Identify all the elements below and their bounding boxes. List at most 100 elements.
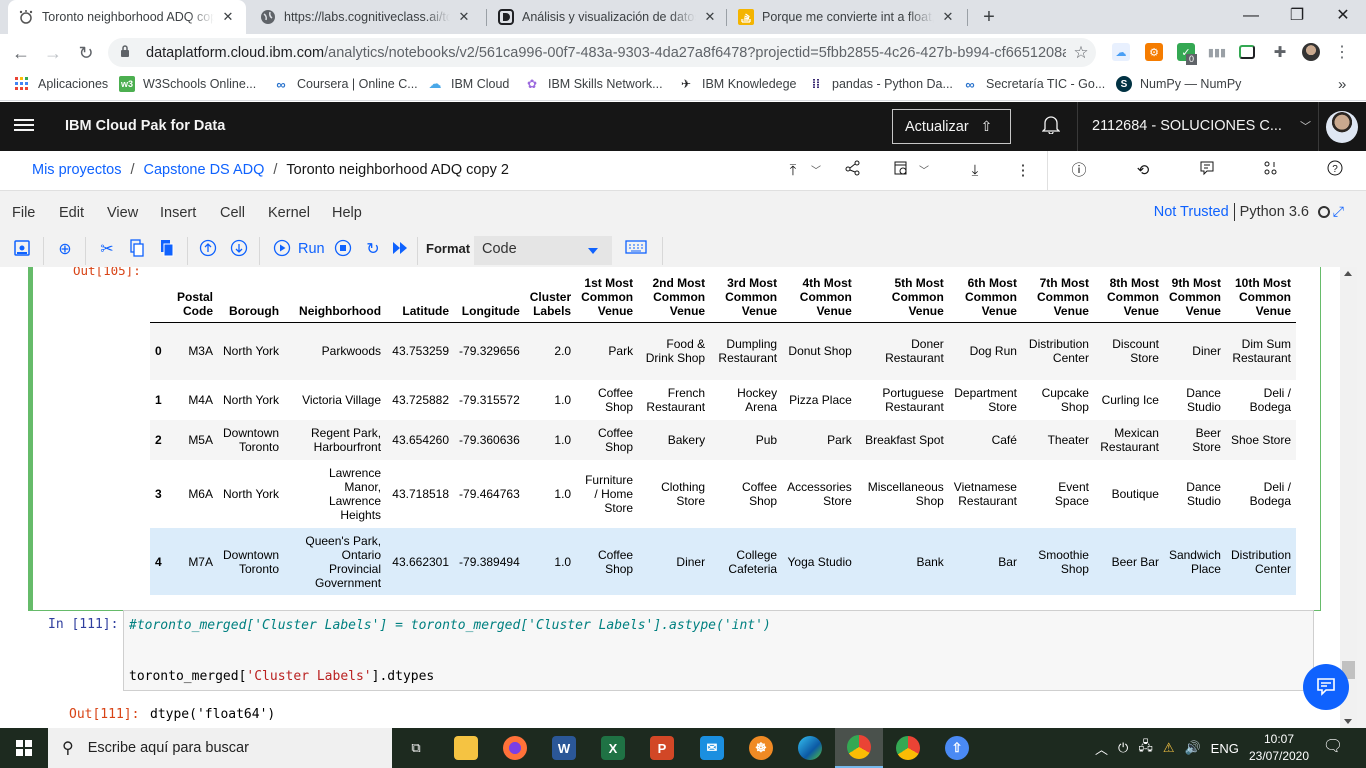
icloud-extension-icon[interactable]: ☁	[1112, 43, 1130, 61]
schedule-job-icon[interactable]	[889, 160, 913, 182]
move-cell-up-icon[interactable]	[197, 239, 219, 261]
chat-feedback-button[interactable]	[1303, 664, 1349, 710]
browser-menu-icon[interactable]: ⋮	[1333, 43, 1351, 61]
paste-cells-icon[interactable]	[156, 239, 178, 261]
reload-icon[interactable]: ↻	[73, 40, 99, 66]
info-icon[interactable]: ⓘ	[1067, 160, 1091, 182]
tab-close-icon[interactable]: ✕	[940, 9, 956, 25]
signal-extension-icon[interactable]: ▮▮▮	[1208, 43, 1226, 61]
close-window-button[interactable]: ✕	[1320, 0, 1366, 32]
trust-status[interactable]: Not Trusted	[1154, 204, 1229, 220]
tab-cognitiveclass[interactable]: https://labs.cognitiveclass.ai/tools ✕	[250, 0, 482, 34]
fullscreen-expand-icon[interactable]: ⤢	[1333, 203, 1344, 220]
screenshot-extension-icon[interactable]	[1239, 45, 1255, 59]
table-row[interactable]: 1 M4A North York Victoria Village 43.725882-…	[150, 380, 1297, 420]
cloud-upload-button[interactable]: ⇧	[933, 728, 981, 768]
bookmarks-overflow-button[interactable]: »	[1338, 71, 1346, 97]
firefox-button[interactable]	[491, 728, 539, 768]
notifications-bell-icon[interactable]	[1034, 114, 1068, 140]
tab-stackoverflow[interactable]: Porque me convierte int a float, a ✕	[728, 0, 966, 34]
run-icon[interactable]	[271, 239, 293, 261]
interrupt-kernel-icon[interactable]	[332, 239, 354, 261]
data-assets-icon[interactable]	[1259, 160, 1283, 182]
word-button[interactable]: W	[540, 728, 588, 768]
breadcrumb-mis-proyectos[interactable]: Mis proyectos	[32, 162, 121, 178]
extensions-puzzle-icon[interactable]: ✚	[1271, 43, 1289, 61]
scroll-down-arrow-icon[interactable]	[1344, 719, 1352, 724]
table-row[interactable]: 0 M3A North York Parkwoods 43.753259 -79.3296…	[150, 322, 1297, 380]
taskbar-search[interactable]: ⚲ Escribe aquí para buscar	[48, 728, 392, 768]
table-row[interactable]: 4 M7A Downtown Toronto Queen's Park, Ontari…	[150, 528, 1297, 595]
upgrade-button[interactable]: Actualizar ⇧	[892, 109, 1011, 144]
help-icon[interactable]: ?	[1323, 160, 1347, 182]
insert-cell-icon[interactable]: ⊕	[54, 239, 76, 261]
tab-close-icon[interactable]: ✕	[220, 9, 236, 25]
scroll-up-arrow-icon[interactable]	[1344, 271, 1352, 276]
keyboard-shortcuts-icon[interactable]	[624, 239, 648, 261]
input-language[interactable]: ENG	[1211, 741, 1239, 756]
bookmark-pandas[interactable]: ⁞⁞ pandas - Python Da...	[808, 71, 953, 97]
chevron-down-icon[interactable]: ﹀	[811, 162, 821, 177]
save-icon[interactable]	[11, 239, 33, 261]
bookmark-ibm-cloud[interactable]: ☁ IBM Cloud	[427, 71, 510, 97]
hamburger-menu-icon[interactable]	[14, 116, 34, 136]
copy-cells-icon[interactable]	[126, 239, 148, 261]
run-button[interactable]: Run	[298, 241, 325, 257]
action-center-icon[interactable]: 🗨	[1320, 736, 1346, 760]
menu-edit[interactable]: Edit	[59, 205, 84, 221]
profile-avatar[interactable]	[1302, 43, 1320, 61]
tab-toronto-notebook[interactable]: Toronto neighborhood ADQ copy 2 ✕	[8, 0, 246, 34]
publish-icon[interactable]: ⤒	[781, 160, 805, 182]
move-cell-down-icon[interactable]	[228, 239, 250, 261]
download-icon[interactable]: ⤓	[963, 160, 987, 182]
volume-icon[interactable]: 🔊	[1184, 740, 1200, 756]
cut-cells-icon[interactable]: ✂	[96, 239, 118, 261]
forward-arrow-icon[interactable]: →	[40, 40, 66, 66]
minimize-button[interactable]: —	[1228, 0, 1274, 32]
bookmark-ibm-knowledge[interactable]: ✈ IBM Knowledege	[678, 71, 797, 97]
code-cell-111[interactable]: #toronto_merged['Cluster Labels'] = toro…	[123, 610, 1314, 691]
comments-icon[interactable]	[1195, 160, 1219, 182]
menu-help[interactable]: Help	[332, 205, 362, 221]
output-cell-105[interactable]: Out[105]: Postal Code Borough Neighborhood…	[28, 267, 1321, 611]
chrome-profile-2-button[interactable]	[884, 728, 932, 768]
settings-extension-icon[interactable]: ⚙	[1145, 43, 1163, 61]
file-explorer-button[interactable]	[442, 728, 490, 768]
account-switcher[interactable]: 2112684 - SOLUCIONES C... ﹀	[1092, 118, 1311, 134]
show-hidden-icons-chevron-icon[interactable]: ︿	[1095, 739, 1108, 758]
user-avatar[interactable]	[1326, 111, 1358, 143]
tab-close-icon[interactable]: ✕	[456, 9, 472, 25]
bookmark-numpy[interactable]: S NumPy — NumPy	[1116, 71, 1241, 97]
chevron-down-icon[interactable]: ﹀	[919, 162, 929, 177]
table-row[interactable]: 3 M6A North York Lawrence Manor, Lawrence H…	[150, 460, 1297, 528]
menu-kernel[interactable]: Kernel	[268, 205, 310, 221]
new-tab-button[interactable]: +	[976, 4, 1002, 30]
back-arrow-icon[interactable]: ←	[8, 40, 34, 66]
task-view-button[interactable]: ⧉	[392, 728, 440, 768]
address-bar[interactable]: dataplatform.cloud.ibm.com/analytics/not…	[108, 38, 1096, 67]
onedrive-warning-icon[interactable]: ⚠	[1163, 740, 1175, 756]
menu-view[interactable]: View	[107, 205, 138, 221]
restart-run-all-icon[interactable]	[389, 239, 411, 261]
overflow-menu-icon[interactable]: ⋮	[1011, 160, 1035, 182]
bookmark-ibm-skills[interactable]: ✿ IBM Skills Network...	[524, 71, 663, 97]
taskbar-clock[interactable]: 10:07 23/07/2020	[1246, 731, 1312, 765]
mail-button[interactable]: ✉	[688, 728, 736, 768]
power-icon[interactable]: ⏻	[1118, 740, 1128, 756]
powerpoint-button[interactable]: P	[638, 728, 686, 768]
orange-app-button[interactable]: ☸	[737, 728, 785, 768]
menu-cell[interactable]: Cell	[220, 205, 245, 221]
menu-file[interactable]: File	[12, 205, 35, 221]
start-button[interactable]	[0, 728, 48, 768]
chrome-profile-1-button[interactable]	[835, 728, 883, 768]
bookmark-star-icon[interactable]: ☆	[1066, 43, 1096, 63]
version-history-icon[interactable]: ⟲	[1131, 160, 1155, 182]
bookmark-aplicaciones[interactable]: Aplicaciones	[14, 71, 108, 97]
share-icon[interactable]	[841, 160, 865, 182]
url-text[interactable]: dataplatform.cloud.ibm.com/analytics/not…	[146, 45, 1066, 61]
notebook-content[interactable]: Out[105]: Postal Code Borough Neighborhood…	[0, 267, 1340, 728]
bookmark-secretaria-tic[interactable]: ∞ Secretaría TIC - Go...	[962, 71, 1105, 97]
edge-button[interactable]	[786, 728, 834, 768]
bookmark-w3schools[interactable]: w3 W3Schools Online...	[119, 71, 256, 97]
restart-kernel-icon[interactable]: ↻	[362, 239, 384, 261]
